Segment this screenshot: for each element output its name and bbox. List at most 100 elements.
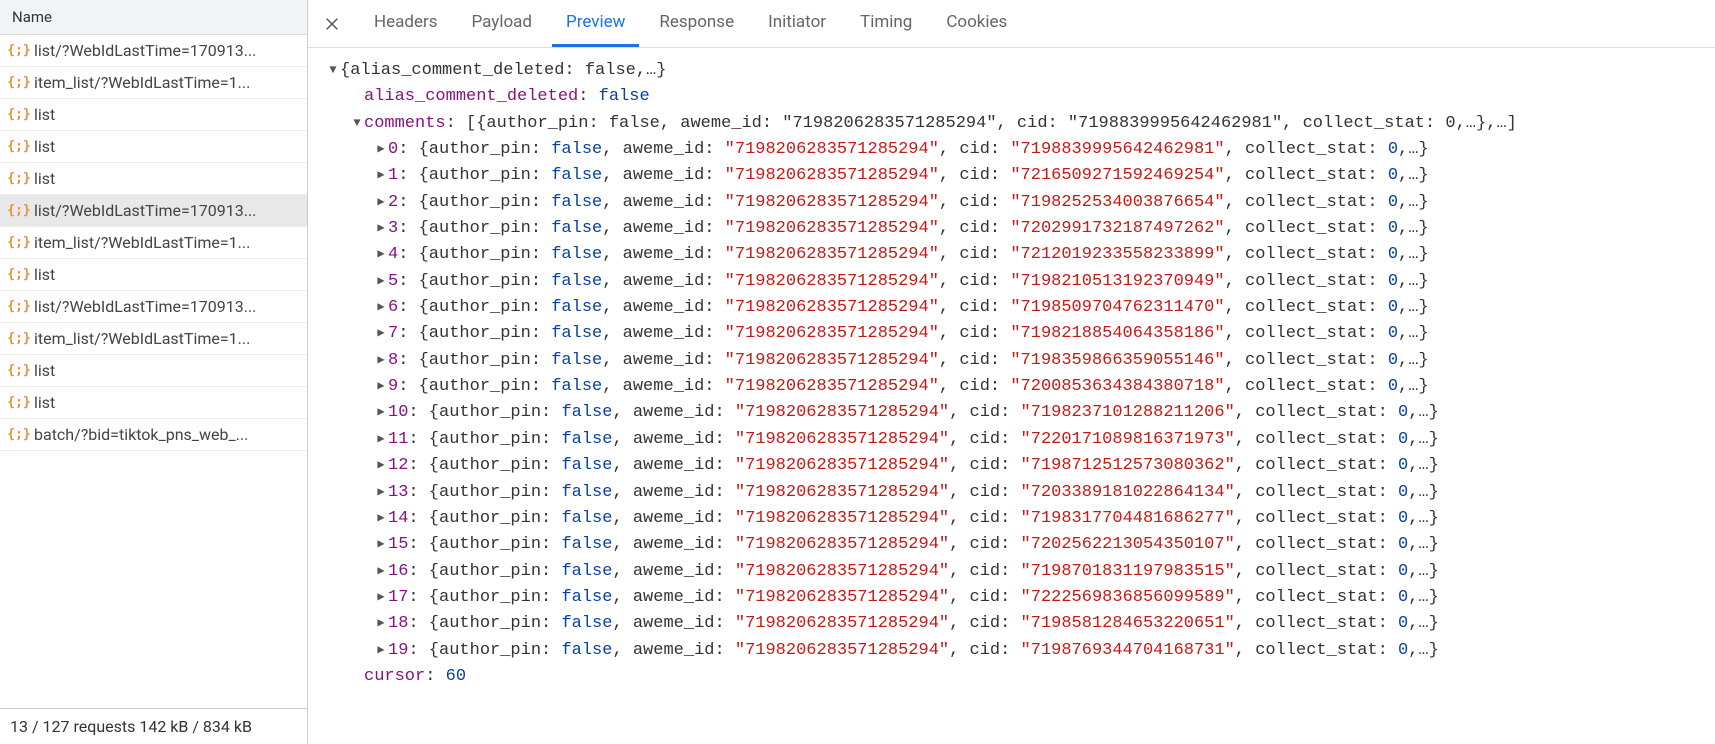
tab-response[interactable]: Response (645, 0, 748, 47)
json-array-item[interactable]: 4: {author_pin: false, aweme_id: "719820… (326, 242, 1697, 268)
json-content: 13: {author_pin: false, aweme_id: "71982… (388, 480, 1439, 506)
request-label: list (34, 265, 55, 284)
json-content: 19: {author_pin: false, aweme_id: "71982… (388, 638, 1439, 664)
expand-arrow-icon[interactable] (374, 321, 388, 343)
request-item[interactable]: {;}item_list/?WebIdLastTime=1... (0, 227, 307, 259)
expand-arrow-icon[interactable] (374, 559, 388, 581)
expand-arrow-icon[interactable] (374, 611, 388, 633)
json-array-item[interactable]: 15: {author_pin: false, aweme_id: "71982… (326, 532, 1697, 558)
preview-body[interactable]: {alias_comment_deleted: false,…}alias_co… (308, 48, 1715, 744)
tab-cookies[interactable]: Cookies (932, 0, 1021, 47)
tab-timing[interactable]: Timing (846, 0, 926, 47)
json-array-item[interactable]: 1: {author_pin: false, aweme_id: "719820… (326, 163, 1697, 189)
tab-initiator[interactable]: Initiator (754, 0, 840, 47)
close-icon[interactable] (318, 10, 346, 38)
request-summary: 13 / 127 requests 142 kB / 834 kB (0, 708, 307, 744)
json-array-item[interactable]: 18: {author_pin: false, aweme_id: "71982… (326, 611, 1697, 637)
request-item[interactable]: {;} list/?WebIdLastTime=170913... (0, 35, 307, 67)
json-content: 8: {author_pin: false, aweme_id: "719820… (388, 348, 1429, 374)
expand-arrow-icon[interactable] (374, 348, 388, 370)
request-item[interactable]: {;}item_list/?WebIdLastTime=1... (0, 323, 307, 355)
expand-arrow-icon[interactable] (374, 480, 388, 502)
request-item[interactable]: {;} list/?WebIdLastTime=170913... (0, 195, 307, 227)
expand-arrow-icon[interactable] (350, 111, 364, 133)
json-array-item[interactable]: 9: {author_pin: false, aweme_id: "719820… (326, 374, 1697, 400)
json-icon: {;} (10, 74, 28, 92)
json-content: 9: {author_pin: false, aweme_id: "719820… (388, 374, 1429, 400)
expand-arrow-icon[interactable] (326, 58, 340, 80)
request-item[interactable]: {;}list (0, 163, 307, 195)
json-icon: {;} (10, 42, 28, 60)
json-array-item[interactable]: 8: {author_pin: false, aweme_id: "719820… (326, 348, 1697, 374)
request-label: list (34, 393, 55, 412)
json-content: 3: {author_pin: false, aweme_id: "719820… (388, 216, 1429, 242)
json-prop-comments[interactable]: comments: [{author_pin: false, aweme_id:… (326, 111, 1697, 137)
json-content: 5: {author_pin: false, aweme_id: "719820… (388, 269, 1429, 295)
json-array-item[interactable]: 16: {author_pin: false, aweme_id: "71982… (326, 559, 1697, 585)
json-array-item[interactable]: 11: {author_pin: false, aweme_id: "71982… (326, 427, 1697, 453)
request-item[interactable]: {;}batch/?bid=tiktok_pns_web_... (0, 419, 307, 451)
json-content: 6: {author_pin: false, aweme_id: "719820… (388, 295, 1429, 321)
json-array-item[interactable]: 10: {author_pin: false, aweme_id: "71982… (326, 400, 1697, 426)
request-item[interactable]: {;}list (0, 131, 307, 163)
json-array-item[interactable]: 2: {author_pin: false, aweme_id: "719820… (326, 190, 1697, 216)
json-content: 0: {author_pin: false, aweme_id: "719820… (388, 137, 1429, 163)
expand-arrow-icon[interactable] (374, 638, 388, 660)
json-array-item[interactable]: 3: {author_pin: false, aweme_id: "719820… (326, 216, 1697, 242)
json-root[interactable]: {alias_comment_deleted: false,…} (326, 58, 1697, 84)
tab-preview[interactable]: Preview (552, 0, 639, 47)
json-array-item[interactable]: 7: {author_pin: false, aweme_id: "719820… (326, 321, 1697, 347)
request-item[interactable]: {;}list (0, 99, 307, 131)
expand-arrow-icon[interactable] (374, 453, 388, 475)
request-label: list (34, 361, 55, 380)
json-icon: {;} (10, 202, 28, 220)
expand-arrow-icon[interactable] (374, 295, 388, 317)
request-label: list/?WebIdLastTime=170913... (34, 201, 256, 220)
request-label: list/?WebIdLastTime=170913... (34, 297, 256, 316)
json-content: alias_comment_deleted: false (364, 84, 650, 110)
json-icon: {;} (10, 106, 28, 124)
request-item[interactable]: {;}item_list/?WebIdLastTime=1... (0, 67, 307, 99)
request-item[interactable]: {;} list/?WebIdLastTime=170913... (0, 291, 307, 323)
json-array-item[interactable]: 0: {author_pin: false, aweme_id: "719820… (326, 137, 1697, 163)
expand-arrow-icon[interactable] (374, 506, 388, 528)
tab-headers[interactable]: Headers (360, 0, 452, 47)
json-array-item[interactable]: 13: {author_pin: false, aweme_id: "71982… (326, 480, 1697, 506)
sidebar-column-header[interactable]: Name (0, 0, 307, 35)
expand-arrow-icon[interactable] (374, 400, 388, 422)
request-label: list (34, 137, 55, 156)
expand-arrow-icon[interactable] (374, 190, 388, 212)
request-item[interactable]: {;}list (0, 387, 307, 419)
expand-arrow-icon[interactable] (374, 532, 388, 554)
tab-payload[interactable]: Payload (458, 0, 546, 47)
expand-arrow-icon[interactable] (374, 374, 388, 396)
json-array-item[interactable]: 12: {author_pin: false, aweme_id: "71982… (326, 453, 1697, 479)
expand-arrow-icon[interactable] (374, 427, 388, 449)
request-label: batch/?bid=tiktok_pns_web_... (34, 425, 248, 444)
json-icon: {;} (10, 298, 28, 316)
json-prop-cursor[interactable]: cursor: 60 (326, 664, 1697, 690)
request-label: item_list/?WebIdLastTime=1... (34, 329, 250, 348)
detail-header: HeadersPayloadPreviewResponseInitiatorTi… (308, 0, 1715, 48)
expand-arrow-icon[interactable] (374, 163, 388, 185)
json-content: 18: {author_pin: false, aweme_id: "71982… (388, 611, 1439, 637)
json-content: 14: {author_pin: false, aweme_id: "71982… (388, 506, 1439, 532)
json-content: cursor: 60 (364, 664, 466, 690)
expand-arrow-icon[interactable] (374, 242, 388, 264)
expand-arrow-icon[interactable] (374, 216, 388, 238)
json-array-item[interactable]: 14: {author_pin: false, aweme_id: "71982… (326, 506, 1697, 532)
json-array-item[interactable]: 6: {author_pin: false, aweme_id: "719820… (326, 295, 1697, 321)
json-array-item[interactable]: 19: {author_pin: false, aweme_id: "71982… (326, 638, 1697, 664)
request-item[interactable]: {;}list (0, 355, 307, 387)
expand-arrow-icon[interactable] (374, 137, 388, 159)
expand-arrow-icon[interactable] (374, 269, 388, 291)
request-label: list/?WebIdLastTime=170913... (34, 41, 256, 60)
request-item[interactable]: {;}list (0, 259, 307, 291)
json-array-item[interactable]: 17: {author_pin: false, aweme_id: "71982… (326, 585, 1697, 611)
network-sidebar: Name {;}list/?WebIdLastTime=170913...{;}… (0, 0, 308, 744)
detail-panel: HeadersPayloadPreviewResponseInitiatorTi… (308, 0, 1715, 744)
json-prop-alias[interactable]: alias_comment_deleted: false (326, 84, 1697, 110)
json-array-item[interactable]: 5: {author_pin: false, aweme_id: "719820… (326, 269, 1697, 295)
json-icon: {;} (10, 170, 28, 188)
expand-arrow-icon[interactable] (374, 585, 388, 607)
